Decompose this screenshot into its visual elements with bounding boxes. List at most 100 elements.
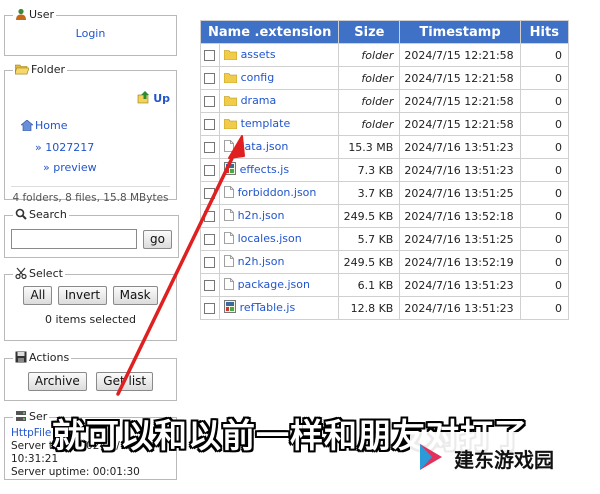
file-icon xyxy=(223,277,234,293)
file-link[interactable]: locales.json xyxy=(238,232,302,245)
column-name-header[interactable]: Name .extension xyxy=(201,21,339,43)
name-cell: template xyxy=(219,113,339,135)
server-icon xyxy=(15,410,27,425)
hits-cell: 0 xyxy=(520,228,568,250)
size-cell: 7.3 KB xyxy=(339,159,400,181)
row-checkbox-cell xyxy=(201,90,219,112)
row-checkbox[interactable] xyxy=(204,50,216,61)
search-panel: Search go xyxy=(4,208,179,258)
name-cell: assets xyxy=(219,44,339,66)
file-link[interactable]: drama xyxy=(241,94,277,107)
column-size-header[interactable]: Size xyxy=(339,21,400,43)
table-row: n2h.json 249.5 KB 2024/7/16 13:52:19 0 xyxy=(201,251,568,273)
up-label: Up xyxy=(153,92,170,105)
timestamp-cell: 2024/7/16 13:52:19 xyxy=(400,251,520,273)
hits-cell: 0 xyxy=(520,182,568,204)
size-cell: 6.1 KB xyxy=(339,274,400,296)
mask-button[interactable]: Mask xyxy=(112,286,158,305)
folder-summary: 4 folders, 8 files, 15.8 MBytes xyxy=(12,192,169,204)
hits-cell: 0 xyxy=(520,113,568,135)
tree-item-home[interactable]: Home xyxy=(35,119,67,132)
file-icon xyxy=(223,139,234,155)
actions-legend: Actions xyxy=(13,351,71,366)
table-row: template folder 2024/7/15 12:21:58 0 xyxy=(201,113,568,135)
search-input[interactable] xyxy=(11,229,137,249)
row-checkbox[interactable] xyxy=(204,165,216,176)
file-link[interactable]: effects.js xyxy=(240,163,290,176)
row-checkbox[interactable] xyxy=(204,73,216,84)
file-link[interactable]: n2h.json xyxy=(238,255,285,268)
table-row: locales.json 5.7 KB 2024/7/16 13:51:25 0 xyxy=(201,228,568,250)
file-link[interactable]: h2n.json xyxy=(238,209,285,222)
size-cell: 3.7 KB xyxy=(339,182,400,204)
timestamp-cell: 2024/7/16 13:51:23 xyxy=(400,274,520,296)
httpfile-link[interactable]: HttpFile xyxy=(11,427,51,439)
timestamp-cell: 2024/7/15 12:21:58 xyxy=(400,44,520,66)
row-checkbox[interactable] xyxy=(204,303,216,314)
table-row: drama folder 2024/7/15 12:21:58 0 xyxy=(201,90,568,112)
row-checkbox[interactable] xyxy=(204,96,216,107)
tree-item-preview[interactable]: » preview xyxy=(43,161,97,174)
open-folder-icon xyxy=(14,63,30,78)
archive-button[interactable]: Archive xyxy=(27,372,87,391)
row-checkbox-cell xyxy=(201,205,219,227)
folder-tree: Home » 1027217 » preview xyxy=(20,116,97,178)
row-checkbox-cell xyxy=(201,159,219,181)
file-link[interactable]: assets xyxy=(241,48,276,61)
table-row: effects.js 7.3 KB 2024/7/16 13:51:23 0 xyxy=(201,159,568,181)
row-checkbox[interactable] xyxy=(204,142,216,153)
name-cell: h2n.json xyxy=(219,205,339,227)
name-cell: config xyxy=(219,67,339,89)
server-legend: Ser xyxy=(13,410,49,425)
up-button[interactable]: Up xyxy=(137,90,170,107)
select-all-button[interactable]: All xyxy=(23,286,53,305)
folder-icon xyxy=(223,118,237,132)
file-link[interactable]: data.json xyxy=(238,140,289,153)
name-cell: forbiddon.json xyxy=(219,182,339,204)
user-panel: User Login xyxy=(4,8,177,56)
folder-panel: Folder Up Home » 1027217 » preview 4 fol… xyxy=(4,63,177,204)
tree-item-1027217[interactable]: » 1027217 xyxy=(35,141,94,154)
timestamp-cell: 2024/7/15 12:21:58 xyxy=(400,113,520,135)
folder-icon xyxy=(223,72,237,86)
timestamp-cell: 2024/7/15 12:21:58 xyxy=(400,67,520,89)
column-hits-header[interactable]: Hits xyxy=(520,21,568,43)
file-link[interactable]: config xyxy=(241,71,275,84)
row-checkbox[interactable] xyxy=(204,257,216,268)
file-link[interactable]: forbiddon.json xyxy=(238,186,317,199)
row-checkbox-cell xyxy=(201,297,219,319)
size-cell: folder xyxy=(339,113,400,135)
timestamp-cell: 2024/7/15 12:21:58 xyxy=(400,90,520,112)
row-checkbox[interactable] xyxy=(204,211,216,222)
magnifier-icon xyxy=(15,208,27,223)
row-checkbox[interactable] xyxy=(204,234,216,245)
go-button[interactable]: go xyxy=(143,229,172,249)
file-link[interactable]: template xyxy=(241,117,291,130)
table-row: h2n.json 249.5 KB 2024/7/16 13:52:18 0 xyxy=(201,205,568,227)
invert-button[interactable]: Invert xyxy=(57,286,108,305)
select-legend: Select xyxy=(13,267,65,282)
size-cell: 249.5 KB xyxy=(339,205,400,227)
login-link[interactable]: Login xyxy=(76,27,106,40)
file-link[interactable]: refTable.js xyxy=(240,301,296,314)
column-timestamp-header[interactable]: Timestamp xyxy=(400,21,520,43)
timestamp-cell: 2024/7/16 13:51:25 xyxy=(400,182,520,204)
selected-count: 0 items selected xyxy=(44,313,136,326)
script-icon xyxy=(223,300,236,316)
get-list-button[interactable]: Get list xyxy=(96,372,154,391)
home-icon xyxy=(20,118,34,138)
folder-icon xyxy=(223,95,237,109)
row-checkbox[interactable] xyxy=(204,119,216,130)
row-checkbox-cell xyxy=(201,274,219,296)
table-row: assets folder 2024/7/15 12:21:58 0 xyxy=(201,44,568,66)
name-cell: n2h.json xyxy=(219,251,339,273)
name-cell: locales.json xyxy=(219,228,339,250)
row-checkbox-cell xyxy=(201,113,219,135)
watermark-logo-icon xyxy=(418,442,444,475)
hits-cell: 0 xyxy=(520,274,568,296)
up-arrow-icon xyxy=(137,90,151,107)
file-link[interactable]: package.json xyxy=(238,278,310,291)
row-checkbox[interactable] xyxy=(204,280,216,291)
watermark-text: 建东游戏园 xyxy=(454,447,554,472)
row-checkbox[interactable] xyxy=(204,188,216,199)
